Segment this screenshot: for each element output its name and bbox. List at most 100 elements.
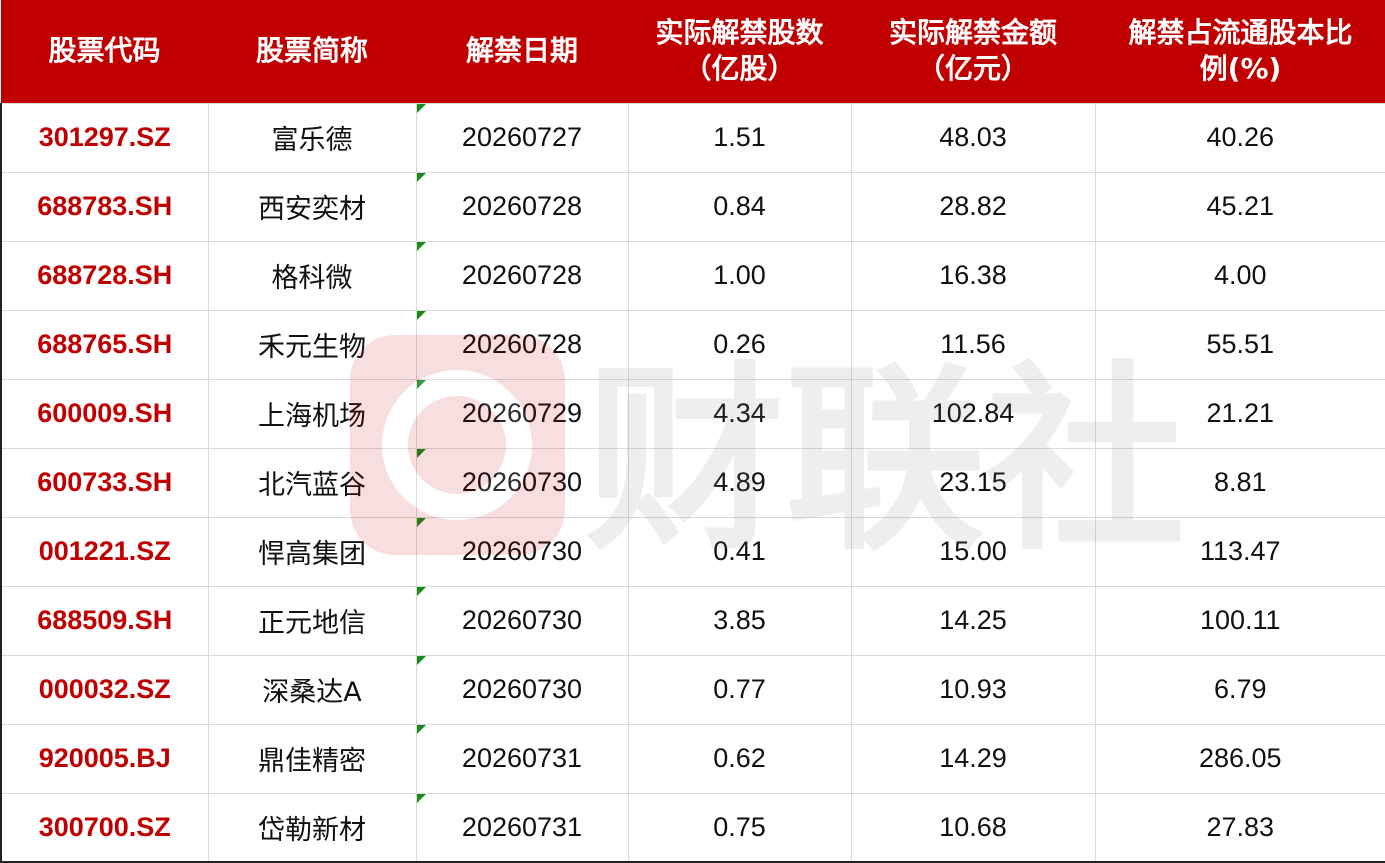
- cell-shares-text: 4.34: [713, 398, 766, 428]
- cell-date-text: 20260730: [461, 674, 583, 704]
- cell-code-text: 920005.BJ: [38, 743, 171, 773]
- cell-name: 鼎佳精密: [207, 723, 417, 794]
- cell-name: 深桑达A: [207, 654, 417, 725]
- cell-ratio: 55.51: [1094, 309, 1385, 380]
- cell-amount: 14.29: [850, 723, 1096, 794]
- cell-date: 20260728: [415, 171, 629, 242]
- cell-shares-text: 0.26: [713, 329, 766, 359]
- cell-shares: 0.75: [627, 792, 852, 863]
- table-row: 001221.SZ 悍高集团 20260730 0.41 15.00 113.47: [0, 516, 1385, 587]
- cell-date-text: 20260729: [461, 398, 583, 428]
- cell-name-text: 西安奕材: [258, 194, 366, 225]
- cell-ratio: 286.05: [1094, 723, 1385, 794]
- cell-date-text: 20260728: [461, 191, 583, 221]
- cell-name-text: 正元地信: [258, 608, 366, 639]
- cell-shares: 0.84: [627, 171, 852, 242]
- cell-code-text: 301297.SZ: [38, 122, 171, 152]
- cell-name-text: 鼎佳精密: [258, 746, 366, 777]
- cell-date: 20260730: [415, 516, 629, 587]
- cell-shares: 0.77: [627, 654, 852, 725]
- cell-name-text: 上海机场: [258, 401, 366, 432]
- cell-code-text: 688509.SH: [37, 605, 173, 635]
- header-date: 解禁日期: [416, 0, 628, 103]
- table-row: 688509.SH 正元地信 20260730 3.85 14.25 100.11: [0, 585, 1385, 656]
- cell-shares-text: 0.62: [713, 743, 766, 773]
- comment-marker-icon: [416, 448, 426, 458]
- comment-marker-icon: [416, 655, 426, 665]
- cell-amount: 14.25: [850, 585, 1096, 656]
- table-row: 300700.SZ 岱勒新材 20260731 0.75 10.68 27.83: [0, 792, 1385, 863]
- cell-code: 688783.SH: [0, 171, 209, 242]
- header-code: 股票代码: [1, 0, 208, 103]
- comment-marker-icon: [416, 310, 426, 320]
- cell-name: 悍高集团: [207, 516, 417, 587]
- cell-amount-text: 15.00: [939, 536, 1007, 566]
- cell-code-text: 600009.SH: [37, 398, 173, 428]
- cell-shares: 1.51: [627, 102, 852, 173]
- cell-shares: 1.00: [627, 240, 852, 311]
- cell-code: 920005.BJ: [0, 723, 209, 794]
- cell-ratio: 113.47: [1094, 516, 1385, 587]
- comment-marker-icon: [416, 724, 426, 734]
- table-row: 688765.SH 禾元生物 20260728 0.26 11.56 55.51: [0, 309, 1385, 380]
- cell-date-text: 20260728: [461, 260, 583, 290]
- comment-marker-icon: [416, 793, 426, 803]
- comment-marker-icon: [416, 379, 426, 389]
- cell-name-text: 岱勒新材: [258, 814, 366, 846]
- cell-ratio: 27.83: [1094, 792, 1385, 863]
- cell-name: 格科微: [207, 240, 417, 311]
- cell-amount: 48.03: [850, 102, 1096, 173]
- cell-date-text: 20260730: [461, 467, 583, 497]
- cell-name: 上海机场: [207, 378, 417, 449]
- cell-code: 301297.SZ: [0, 102, 209, 173]
- cell-shares-text: 1.00: [713, 260, 766, 290]
- cell-date-text: 20260731: [461, 811, 583, 842]
- cell-amount: 15.00: [850, 516, 1096, 587]
- cell-name: 岱勒新材: [207, 792, 417, 863]
- comment-marker-icon: [416, 586, 426, 596]
- cell-amount: 28.82: [850, 171, 1096, 242]
- cell-code: 688765.SH: [0, 309, 209, 380]
- cell-amount-text: 102.84: [931, 398, 1015, 428]
- cell-amount: 16.38: [850, 240, 1096, 311]
- cell-code: 688509.SH: [0, 585, 209, 656]
- cell-ratio-text: 113.47: [1199, 536, 1281, 566]
- cell-ratio: 100.11: [1094, 585, 1385, 656]
- cell-code-text: 300700.SZ: [38, 811, 171, 842]
- cell-ratio-text: 45.21: [1206, 191, 1275, 221]
- unlock-table: 股票代码 股票简称 解禁日期 实际解禁股数 （亿股） 实际解禁金额 （亿元） 解禁占…: [0, 0, 1385, 863]
- header-row: 股票代码 股票简称 解禁日期 实际解禁股数 （亿股） 实际解禁金额 （亿元） 解禁占…: [1, 0, 1385, 103]
- cell-ratio-text: 6.79: [1213, 674, 1267, 704]
- cell-date: 20260729: [415, 378, 629, 449]
- comment-marker-icon: [416, 172, 426, 182]
- cell-shares: 0.62: [627, 723, 852, 794]
- table-row: 000032.SZ 深桑达A 20260730 0.77 10.93 6.79: [0, 654, 1385, 725]
- cell-name-text: 深桑达A: [262, 677, 362, 708]
- cell-shares: 4.89: [627, 447, 852, 518]
- cell-code: 688728.SH: [0, 240, 209, 311]
- cell-name-text: 北汽蓝谷: [258, 470, 366, 501]
- cell-code: 600733.SH: [0, 447, 209, 518]
- cell-name: 西安奕材: [207, 171, 417, 242]
- cell-shares-text: 0.75: [713, 811, 766, 842]
- cell-amount-text: 10.68: [939, 811, 1007, 842]
- cell-name: 北汽蓝谷: [207, 447, 417, 518]
- cell-ratio-text: 55.51: [1206, 329, 1275, 359]
- cell-date: 20260730: [415, 447, 629, 518]
- cell-name: 禾元生物: [207, 309, 417, 380]
- comment-marker-icon: [416, 103, 426, 113]
- cell-code-text: 001221.SZ: [38, 536, 171, 566]
- cell-code: 001221.SZ: [0, 516, 209, 587]
- table-row: 920005.BJ 鼎佳精密 20260731 0.62 14.29 286.05: [0, 723, 1385, 794]
- cell-ratio: 21.21: [1094, 378, 1385, 449]
- cell-amount-text: 14.25: [939, 605, 1007, 635]
- cell-code-text: 688765.SH: [37, 329, 173, 359]
- cell-code-text: 000032.SZ: [38, 674, 171, 704]
- cell-shares-text: 3.85: [713, 605, 766, 635]
- cell-amount: 10.68: [850, 792, 1096, 863]
- cell-date: 20260728: [415, 240, 629, 311]
- cell-ratio-text: 8.81: [1213, 467, 1267, 497]
- cell-name: 富乐德: [207, 102, 417, 173]
- cell-date: 20260727: [415, 102, 629, 173]
- cell-shares-text: 0.41: [713, 536, 766, 566]
